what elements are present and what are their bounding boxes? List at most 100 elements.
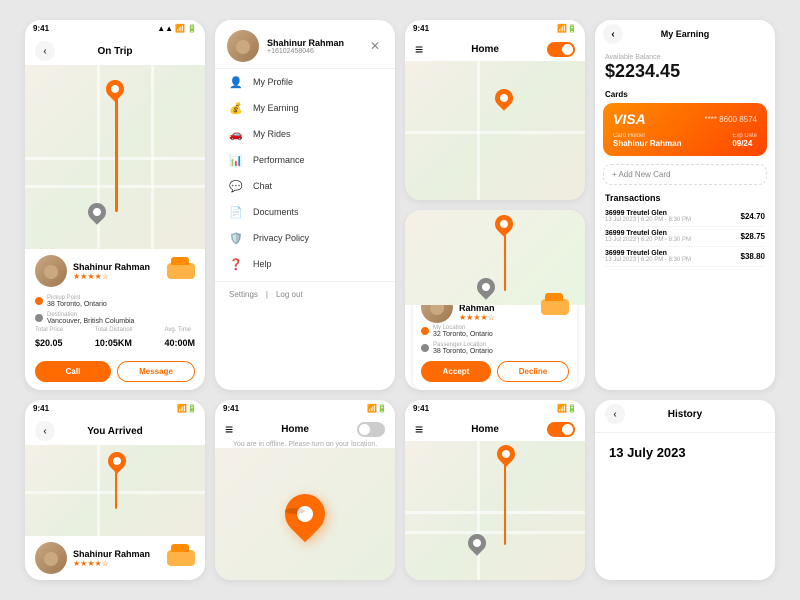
menu-user-phone: +16102458046 — [267, 48, 344, 55]
back-btn-4[interactable]: ‹ — [603, 24, 623, 44]
time-3: 9:41 — [413, 24, 429, 33]
decline-btn[interactable]: Decline — [497, 361, 569, 382]
menu-item-privacy-policy[interactable]: 🛡️Privacy Policy — [215, 225, 395, 251]
menu-item-my-profile[interactable]: 👤My Profile — [215, 69, 395, 95]
status-icons-1: ▲▲ 📶 🔋 — [157, 24, 197, 33]
add-card-btn[interactable]: + Add New Card — [603, 164, 767, 185]
car-icon-1 — [167, 263, 195, 279]
home-title-7: Home — [281, 424, 309, 435]
history-divider — [595, 432, 775, 433]
status-bar-6: 9:41 📶🔋 — [25, 400, 205, 417]
accept-card: Shahinur Rahman ★★★★☆ My Location 32 Tor… — [405, 210, 585, 390]
trans-name-2: 36999 Treutel Glen — [605, 250, 691, 257]
toggle-off[interactable] — [357, 422, 385, 437]
call-btn-1[interactable]: Call — [35, 361, 111, 382]
logout-link[interactable]: Log out — [276, 290, 303, 299]
dest-dot — [35, 314, 43, 322]
big-location-pin — [277, 486, 334, 543]
menu-item-help[interactable]: ❓Help — [215, 251, 395, 277]
trans-rows: 36999 Treutel Glen 13 Jul 2023 | 6:20 PM… — [605, 207, 765, 267]
avatar-head-1 — [44, 265, 58, 279]
menu-footer: Settings | Log out — [215, 281, 395, 307]
arrived-user-name: Shahinur Rahman — [73, 549, 161, 559]
status-bar-3: 9:41 📶🔋 — [405, 20, 585, 37]
menu-item-my-rides[interactable]: 🚗My Rides — [215, 121, 395, 147]
menu-item-my-earning[interactable]: 💰My Earning — [215, 95, 395, 121]
pass-loc: 38 Toronto, Ontario — [433, 348, 493, 355]
add-card-label: + Add New Card — [612, 170, 670, 179]
arrived-pin — [104, 449, 129, 474]
route-line-1 — [115, 83, 118, 212]
pin-shadow — [285, 508, 305, 514]
exp-value: 09/24 — [732, 139, 757, 148]
toggle-on[interactable] — [547, 42, 575, 57]
accept-stars: ★★★★☆ — [459, 313, 535, 322]
pickup-dot — [35, 297, 43, 305]
earning-balance-section: Available Balance $2234.45 — [595, 48, 775, 88]
map-bg-1 — [25, 65, 205, 249]
arrived-avatar — [35, 542, 67, 574]
transaction-row-2: 36999 Treutel Glen 13 Jul 2023 | 6:20 PM… — [605, 247, 765, 267]
earning-card: ‹ My Earning Available Balance $2234.45 … — [595, 20, 775, 390]
time-val: 40:00M — [164, 338, 195, 348]
menu-item-documents[interactable]: 📄Documents — [215, 199, 395, 225]
accept-passloc: Passenger Location 38 Toronto, Ontario — [421, 340, 569, 357]
menu-item-performance[interactable]: 📊Performance — [215, 147, 395, 173]
menu-item-icon: 🛡️ — [229, 231, 243, 245]
dest-row: Destination Vancouver, British Columbia — [25, 310, 205, 327]
big-pin-container — [215, 448, 395, 580]
accept-btn[interactable]: Accept — [421, 361, 491, 382]
back-btn-6[interactable]: ‹ — [35, 421, 55, 441]
arrived-user-row: Shahinur Rahman ★★★★☆ — [25, 536, 205, 580]
home-title-8: Home — [471, 424, 499, 435]
my-loc: 32 Toronto, Ontario — [433, 331, 493, 338]
pin-top-1 — [102, 76, 127, 101]
status-bar-1: 9:41 ▲▲ 📶 🔋 — [25, 20, 205, 37]
menu-icon-3[interactable]: ≡ — [415, 41, 423, 57]
toggle-8[interactable] — [547, 422, 575, 437]
home2-card: 9:41 📶🔋 ≡ Home — [405, 400, 585, 580]
menu-avatar-head — [236, 40, 250, 54]
arrived-title: You Arrived — [87, 426, 143, 437]
on-trip-title: On Trip — [98, 46, 133, 57]
menu-item-icon: 💬 — [229, 179, 243, 193]
map-road-3v — [477, 61, 480, 200]
arrived-user-info: Shahinur Rahman ★★★★☆ — [73, 549, 161, 568]
history-date: 13 July 2023 — [595, 437, 775, 468]
close-btn[interactable]: ✕ — [367, 38, 383, 54]
balance-label: Available Balance — [605, 54, 765, 61]
accept-pin-top — [491, 211, 516, 236]
menu-icon-7[interactable]: ≡ — [225, 421, 233, 437]
dist-item: Total Distance 10:05KM — [95, 327, 133, 351]
arrived-map — [25, 445, 205, 536]
accept-btns: Accept Decline — [421, 357, 569, 384]
price-val: $20.05 — [35, 338, 63, 348]
message-btn-1[interactable]: Message — [117, 361, 195, 382]
arrived-car — [167, 550, 195, 566]
nav-header-7: ≡ Home — [215, 417, 395, 441]
menu-item-icon: 💰 — [229, 101, 243, 115]
settings-link[interactable]: Settings — [229, 290, 258, 299]
time-8: 9:41 — [413, 404, 429, 413]
avatar-1 — [35, 255, 67, 287]
earning-title: My Earning — [661, 29, 710, 39]
back-btn-1[interactable]: ‹ — [35, 41, 55, 61]
time-item: Avg. Time 40:00M — [164, 327, 195, 351]
user-row-1: Shahinur Rahman ★★★★☆ — [25, 249, 205, 293]
menu-item-chat[interactable]: 💬Chat — [215, 173, 395, 199]
stars-1: ★★★★☆ — [73, 272, 161, 281]
history-title: History — [668, 409, 702, 420]
dist-label: Total Distance — [95, 327, 133, 333]
pickup-loc: 38 Toronto, Ontario — [47, 301, 107, 308]
exp-label: Exp Date — [732, 133, 757, 139]
trans-amount-2: $38.80 — [741, 252, 765, 261]
dist-val: 10:05KM — [95, 338, 132, 348]
time-label: Avg. Time — [164, 327, 195, 333]
trans-name-0: 36999 Treutel Glen — [605, 210, 691, 217]
accept-car — [541, 299, 569, 315]
history-back-btn[interactable]: ‹ — [605, 404, 625, 424]
menu-icon-8[interactable]: ≡ — [415, 421, 423, 437]
menu-user-name: Shahinur Rahman — [267, 38, 344, 48]
accept-myloc: My Location 32 Toronto, Ontario — [421, 323, 569, 340]
trans-date-2: 13 Jul 2023 | 6:20 PM - 8:30 PM — [605, 257, 691, 263]
